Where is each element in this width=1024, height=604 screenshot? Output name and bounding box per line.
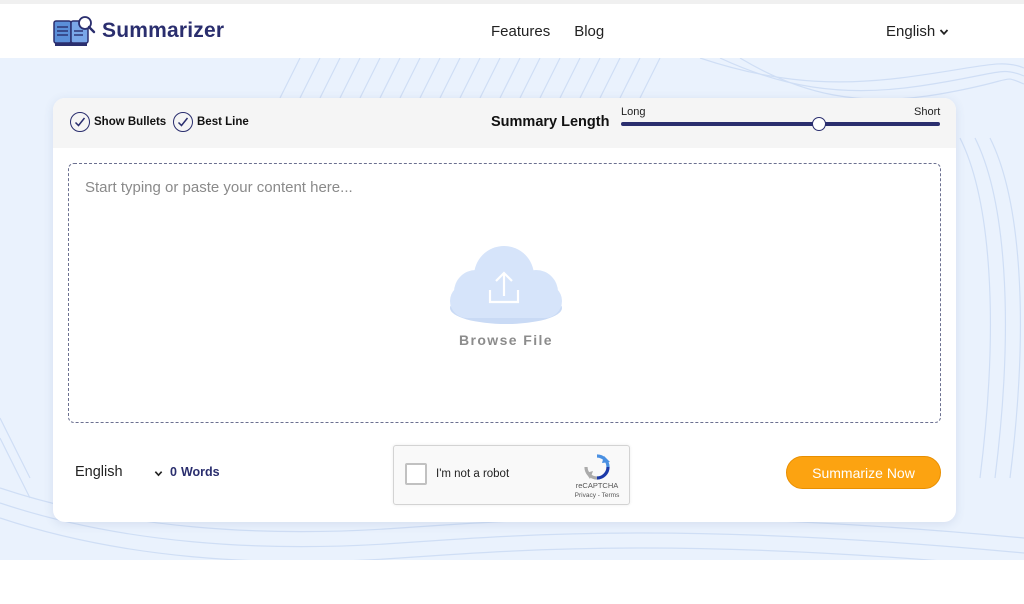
book-magnifier-icon xyxy=(53,16,96,46)
main-nav: Features Blog xyxy=(491,23,604,40)
site-language-selector[interactable]: English xyxy=(886,23,949,40)
best-line-label: Best Line xyxy=(197,116,249,128)
recaptcha-logo-icon xyxy=(584,454,610,480)
brand-name: Summarizer xyxy=(102,19,225,42)
recaptcha-links[interactable]: Privacy - Terms xyxy=(562,492,632,499)
brand-logo[interactable]: Summarizer xyxy=(52,15,224,47)
recaptcha-brand: reCAPTCHA xyxy=(575,481,619,490)
show-bullets-toggle[interactable]: Show Bullets xyxy=(70,112,166,132)
recaptcha-label: I'm not a robot xyxy=(436,468,510,480)
cloud-upload-icon xyxy=(450,246,562,324)
text-editor-area: Browse File xyxy=(68,163,941,423)
site-header: Summarizer Features Blog English xyxy=(0,4,1024,58)
word-counter: 0 Words xyxy=(170,465,220,479)
show-bullets-label: Show Bullets xyxy=(94,116,167,128)
nav-features-link[interactable]: Features xyxy=(491,23,550,40)
slider-min-label: Long xyxy=(621,106,646,118)
check-circle-icon xyxy=(173,112,193,132)
summary-length-label: Summary Length xyxy=(491,114,610,130)
recaptcha-widget: I'm not a robot reCAPTCHA Privacy - Term… xyxy=(393,445,630,505)
slider-thumb[interactable] xyxy=(811,117,826,131)
chevron-down-icon xyxy=(940,28,949,35)
word-count-label: Words xyxy=(180,465,220,479)
recaptcha-checkbox[interactable] xyxy=(405,463,427,485)
check-circle-icon xyxy=(70,112,90,132)
page-bottom xyxy=(0,560,1024,604)
nav-blog-link[interactable]: Blog xyxy=(574,23,604,40)
summarizer-card: Show Bullets Best Line Summary Length Lo… xyxy=(53,98,956,522)
best-line-toggle[interactable]: Best Line xyxy=(173,112,249,132)
options-bar: Show Bullets Best Line Summary Length Lo… xyxy=(53,98,956,148)
summary-length-slider[interactable] xyxy=(621,117,940,131)
browse-file-button[interactable]: Browse File xyxy=(446,246,566,348)
browse-file-label: Browse File xyxy=(459,332,553,348)
slider-max-label: Short xyxy=(914,106,941,118)
input-language-selector[interactable]: English xyxy=(75,464,123,480)
site-language-label: English xyxy=(886,23,936,40)
word-count-value: 0 xyxy=(170,465,177,479)
chevron-down-icon[interactable] xyxy=(154,469,163,478)
summarize-now-button[interactable]: Summarize Now xyxy=(786,456,941,489)
